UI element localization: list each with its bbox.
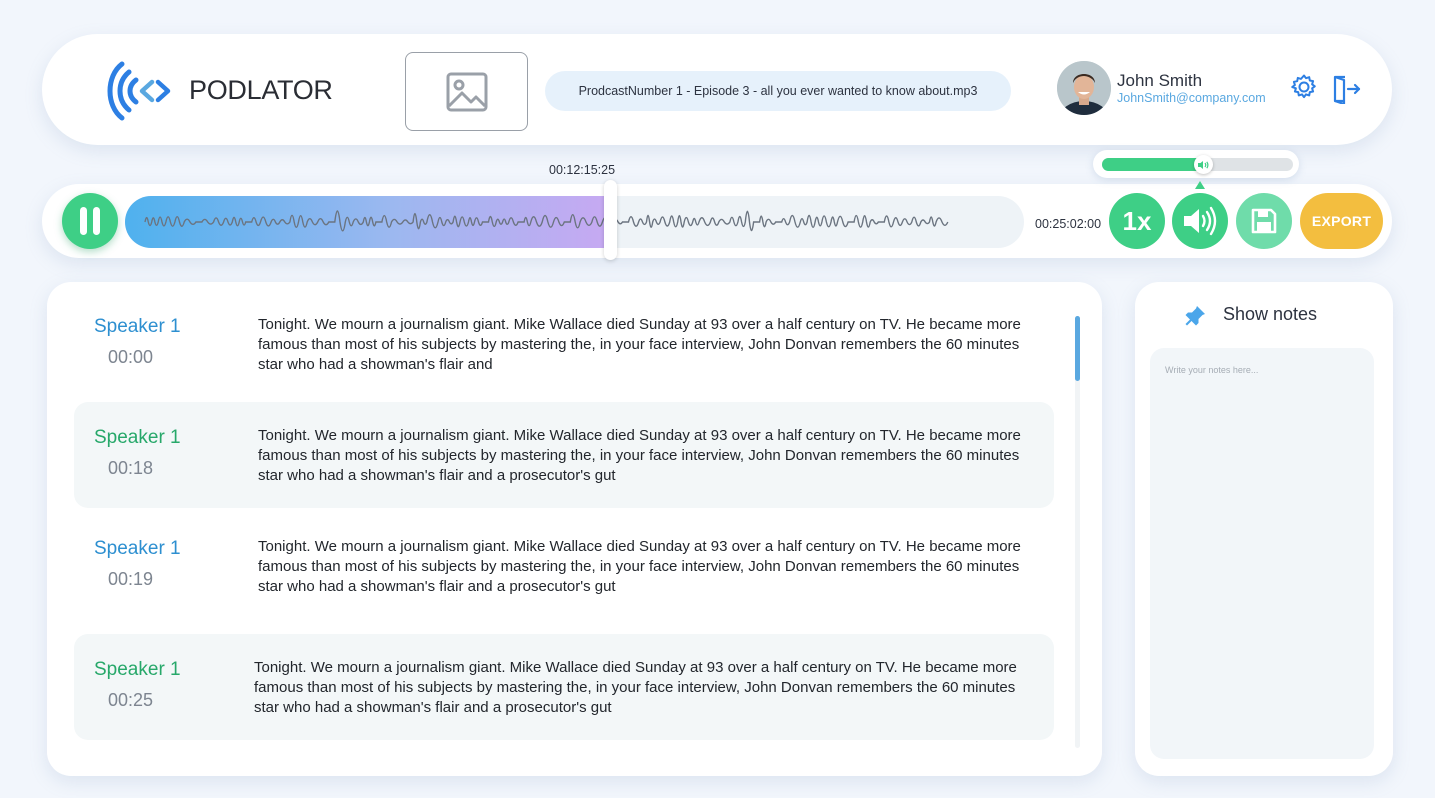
image-placeholder-icon	[446, 72, 487, 111]
avatar[interactable]	[1057, 61, 1111, 115]
logout-icon[interactable]	[1331, 74, 1361, 104]
brand-name: PODLATOR	[189, 75, 333, 105]
transcript-scrollbar[interactable]	[1075, 316, 1080, 748]
user-email: JohnSmith@company.com	[1117, 91, 1266, 105]
waveform-scrubber[interactable]	[125, 196, 1024, 248]
show-notes-panel: Show notes	[1135, 282, 1393, 776]
floppy-disk-icon	[1251, 208, 1277, 234]
user-avatar-icon	[1057, 61, 1111, 115]
timestamp[interactable]: 00:18	[108, 458, 153, 479]
transcript-entry[interactable]: Speaker 1 00:18 Tonight. We mourn a journa…	[74, 402, 1054, 508]
volume-slider-handle[interactable]	[1193, 155, 1213, 174]
speaker-label[interactable]: Speaker 1	[94, 316, 181, 338]
volume-popover-caret	[1195, 181, 1205, 189]
scrollbar-thumb[interactable]	[1075, 316, 1080, 381]
pause-button[interactable]	[62, 193, 118, 249]
user-name: John Smith	[1117, 71, 1203, 90]
save-button[interactable]	[1236, 193, 1292, 249]
duration-label: 00:25:02:00	[1035, 217, 1102, 231]
show-notes-title: Show notes	[1223, 304, 1318, 324]
current-time-label: 00:12:15:25	[549, 163, 616, 177]
file-name-pill: ProdcastNumber 1 - Episode 3 - all you e…	[545, 71, 1011, 111]
speaker-volume-icon	[1184, 206, 1217, 236]
waveform-line	[144, 210, 949, 232]
transcript-text[interactable]: Tonight. We mourn a journalism giant. Mi…	[258, 537, 1028, 597]
speaker-label[interactable]: Speaker 1	[94, 538, 181, 560]
pin-icon	[1185, 306, 1205, 326]
small-speaker-icon	[1197, 160, 1209, 169]
volume-slider[interactable]	[1102, 155, 1293, 174]
playhead-handle[interactable]	[604, 180, 618, 260]
transcript-text[interactable]: Tonight. We mourn a journalism giant. Mi…	[258, 426, 1028, 486]
audio-player: 00:25:02:00 1x EXPORT	[42, 180, 1392, 260]
episode-thumbnail[interactable]	[405, 52, 528, 131]
transcript-entry[interactable]: Speaker 1 00:25 Tonight. We mourn a journa…	[74, 634, 1054, 740]
timestamp[interactable]: 00:00	[108, 347, 153, 368]
transcript-entry[interactable]: Speaker 1 00:19 Tonight. We mourn a journa…	[74, 524, 1054, 630]
waveform	[144, 210, 949, 232]
pause-icon	[80, 207, 100, 235]
volume-button[interactable]	[1172, 193, 1228, 249]
notes-textarea[interactable]	[1150, 348, 1374, 759]
transcript-panel: Speaker 1 00:00 Tonight. We mourn a journa…	[47, 282, 1102, 776]
timestamp[interactable]: 00:19	[108, 569, 153, 590]
volume-popover	[1093, 150, 1299, 178]
speaker-label[interactable]: Speaker 1	[94, 427, 181, 449]
top-bar: PODLATOR ProdcastNumber 1 - Episode 3 - …	[42, 34, 1392, 145]
timestamp[interactable]: 00:25	[108, 690, 153, 711]
transcript-text[interactable]: Tonight. We mourn a journalism giant. Mi…	[258, 315, 1028, 375]
transcript-text[interactable]: Tonight. We mourn a journalism giant. Mi…	[254, 658, 1024, 718]
transcript-entry[interactable]: Speaker 1 00:00 Tonight. We mourn a journa…	[74, 302, 1054, 408]
export-button[interactable]: EXPORT	[1300, 193, 1383, 249]
gear-icon[interactable]	[1290, 73, 1318, 101]
speaker-label[interactable]: Speaker 1	[94, 659, 181, 681]
playback-speed-button[interactable]: 1x	[1109, 193, 1165, 249]
podlator-logo-icon	[107, 61, 171, 121]
volume-level-fill	[1102, 158, 1204, 171]
